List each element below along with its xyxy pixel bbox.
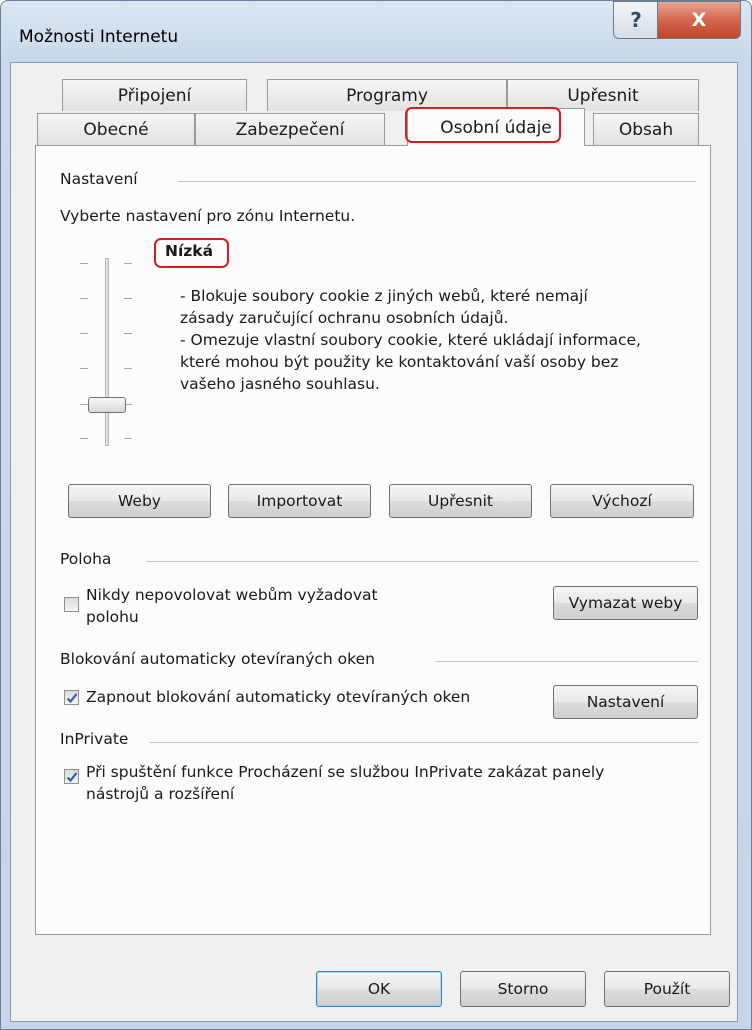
slider-track xyxy=(105,258,109,446)
apply-button[interactable]: Použít xyxy=(604,971,730,1007)
slider-tick xyxy=(80,368,88,369)
button-label: Použít xyxy=(643,980,691,998)
tab-label: Připojení xyxy=(117,85,192,106)
settings-section-label: Nastavení xyxy=(60,170,148,188)
button-label: Výchozí xyxy=(592,492,652,510)
clear-sites-button[interactable]: Vymazat weby xyxy=(553,586,698,620)
slider-tick xyxy=(80,333,88,334)
import-button[interactable]: Importovat xyxy=(228,484,371,518)
highlight-outline-level xyxy=(154,238,229,268)
ok-button[interactable]: OK xyxy=(316,971,442,1007)
button-label: Vymazat weby xyxy=(568,594,683,612)
tab-label: Upřesnit xyxy=(567,85,639,106)
cancel-button[interactable]: Storno xyxy=(460,971,586,1007)
checkbox-label: polohu xyxy=(86,608,139,626)
slider-tick xyxy=(80,438,88,439)
inprivate-disable-toolbars-checkbox[interactable] xyxy=(64,769,79,784)
slider-tick xyxy=(124,298,132,299)
tab-obecne[interactable]: Obecné xyxy=(37,113,195,145)
checkbox-label: Nikdy nepovolovat webům vyžadovat xyxy=(86,586,378,604)
section-divider xyxy=(436,661,698,662)
description-line: zásady zaručující ochranu osobních údajů… xyxy=(180,309,509,327)
description-line: vašeho jasného souhlasu. xyxy=(180,375,380,393)
check-mark-icon xyxy=(66,692,77,703)
never-allow-location-checkbox[interactable] xyxy=(64,597,79,612)
advanced-button[interactable]: Upřesnit xyxy=(389,484,532,518)
zone-prompt: Vyberte nastavení pro zónu Internetu. xyxy=(60,207,356,225)
tab-label: Obsah xyxy=(618,119,674,140)
sites-button[interactable]: Weby xyxy=(68,484,211,518)
checkbox-label: Zapnout blokování automaticky otevíranýc… xyxy=(86,688,471,706)
button-label: Nastavení xyxy=(586,693,665,711)
close-icon: X xyxy=(691,9,707,31)
slider-tick xyxy=(124,368,132,369)
tab-label: Zabezpečení xyxy=(235,119,345,140)
help-icon: ? xyxy=(630,8,642,32)
inprivate-section-label: InPrivate xyxy=(60,730,139,748)
slider-tick xyxy=(80,404,88,405)
window-title: Možnosti Internetu xyxy=(19,27,179,47)
tab-pripojeni[interactable]: Připojení xyxy=(62,79,247,111)
help-button[interactable]: ? xyxy=(613,1,659,39)
button-label: Storno xyxy=(497,980,549,998)
description-line: které mohou být použity ke kontaktování … xyxy=(180,353,619,371)
slider-tick xyxy=(124,333,132,334)
section-divider xyxy=(146,561,698,562)
tab-label: Obecné xyxy=(83,119,149,140)
tab-label: Programy xyxy=(346,85,428,106)
checkbox-label: nástrojů a rozšíření xyxy=(86,785,235,803)
tab-obsah[interactable]: Obsah xyxy=(593,113,699,145)
popup-settings-button[interactable]: Nastavení xyxy=(553,685,698,719)
privacy-tab-panel xyxy=(35,145,711,935)
slider-tick xyxy=(80,298,88,299)
button-label: Weby xyxy=(118,492,161,510)
slider-tick xyxy=(124,438,132,439)
popup-blocker-checkbox[interactable] xyxy=(64,690,79,705)
button-label: OK xyxy=(367,980,391,998)
close-button[interactable]: X xyxy=(657,1,741,39)
button-label: Upřesnit xyxy=(427,492,494,510)
section-divider xyxy=(150,742,698,743)
description-line: - Omezuje vlastní soubory cookie, které … xyxy=(180,331,641,349)
check-mark-icon xyxy=(66,771,77,782)
title-bar[interactable]: Možnosti Internetu ? X xyxy=(1,1,751,71)
button-label: Importovat xyxy=(256,492,343,510)
section-divider xyxy=(178,181,696,182)
highlight-outline-tab xyxy=(405,107,561,143)
popup-section-label: Blokování automaticky otevíraných oken xyxy=(60,650,385,668)
slider-thumb[interactable] xyxy=(88,397,126,413)
description-line: - Blokuje soubory cookie z jiných webů, … xyxy=(180,287,588,305)
tab-zabezpeceni[interactable]: Zabezpečení xyxy=(195,113,385,145)
checkbox-label: Při spuštění funkce Procházení se službo… xyxy=(86,763,605,781)
location-section-label: Poloha xyxy=(60,550,122,568)
slider-tick xyxy=(124,263,132,264)
default-button[interactable]: Výchozí xyxy=(550,484,694,518)
slider-tick xyxy=(80,263,88,264)
